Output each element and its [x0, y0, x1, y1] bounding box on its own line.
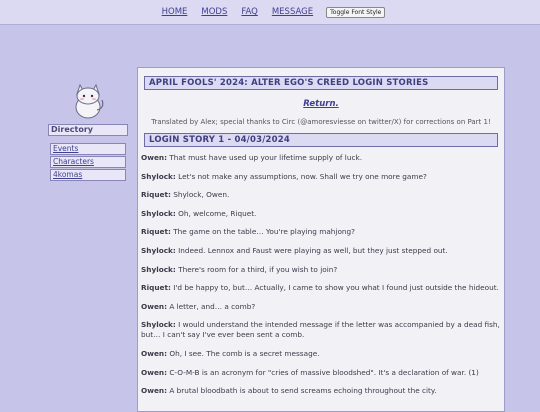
cat-mascot-icon — [75, 83, 104, 119]
dialogue-text: A brutal bloodbath is about to send scre… — [167, 386, 437, 396]
dialogue-line: Shylock: Oh, welcome, Riquet. — [141, 209, 501, 219]
dialogue-line: Owen: A brutal bloodbath is about to sen… — [141, 386, 501, 396]
speaker-name: Shylock: — [141, 320, 176, 330]
dialogue-line: Shylock: I would understand the intended… — [141, 320, 501, 340]
dialogue-text: Let's not make any assumptions, now. Sha… — [175, 171, 427, 181]
section-title: LOGIN STORY 1 - 04/03/2024 — [144, 133, 498, 147]
sidebar-item-4komas[interactable]: 4komas — [50, 169, 126, 181]
speaker-name: Owen: — [141, 367, 168, 377]
dialogue-line: Riquet: The game on the table… You're pl… — [141, 227, 501, 237]
speaker-name: Riquet: — [141, 190, 171, 200]
speaker-name: Shylock: — [141, 171, 176, 181]
dialogue-text: Oh, welcome, Riquet. — [175, 208, 257, 218]
speaker-name: Owen: — [141, 348, 168, 358]
dialogue-text: There's room for a third, if you wish to… — [175, 264, 338, 274]
sidebar-item-events[interactable]: Events — [50, 143, 126, 155]
dialogue-line: Shylock: There's room for a third, if yo… — [141, 265, 501, 275]
dialogue-text: Oh, I see. The comb is a secret message. — [167, 348, 320, 358]
dialogue-line: Owen: A letter, and… a comb? — [141, 302, 501, 312]
credits-text: Translated by Alex; special thanks to Ci… — [151, 118, 491, 126]
toggle-font-style-button[interactable]: Toggle Font Style — [326, 6, 386, 18]
speaker-name: Riquet: — [141, 227, 171, 237]
speaker-name: Shylock: — [141, 245, 176, 255]
dialogue-text: A letter, and… a comb? — [167, 301, 256, 311]
directory-title: Directory — [48, 124, 128, 136]
nav-message-link[interactable]: MESSAGE — [272, 7, 313, 17]
dialogue-line: Riquet: Shylock, Owen. — [141, 190, 501, 200]
speaker-name: Shylock: — [141, 208, 176, 218]
dialogue-list: Owen: That must have used up your lifeti… — [138, 147, 504, 396]
dialogue-line: Shylock: Indeed. Lennox and Faust were p… — [141, 246, 501, 256]
directory-links: Events Characters 4komas — [50, 143, 126, 182]
dialogue-line: Owen: C-O-M-B is an acronym for "cries o… — [141, 368, 501, 378]
dialogue-line: Riquet: I'd be happy to, but… Actually, … — [141, 283, 501, 293]
nav-home-link[interactable]: HOME — [162, 7, 188, 17]
nav-faq-link[interactable]: FAQ — [241, 7, 257, 17]
dialogue-line: Owen: Oh, I see. The comb is a secret me… — [141, 349, 501, 359]
dialogue-text: The game on the table… You're playing ma… — [170, 227, 356, 237]
speaker-name: Owen: — [141, 153, 168, 162]
speaker-name: Owen: — [141, 301, 168, 311]
speaker-name: Owen: — [141, 386, 168, 396]
dialogue-text: Indeed. Lennox and Faust were playing as… — [175, 245, 448, 255]
return-link[interactable]: Return. — [303, 99, 338, 109]
dialogue-text: I would understand the intended message … — [141, 320, 500, 340]
page-title: APRIL FOOLS' 2024: ALTER EGO'S CREED LOG… — [144, 76, 498, 90]
return-row: Return. — [138, 99, 504, 109]
speaker-name: Shylock: — [141, 264, 176, 274]
speaker-name: Riquet: — [141, 283, 171, 293]
dialogue-line: Shylock: Let's not make any assumptions,… — [141, 172, 501, 182]
dialogue-text: C-O-M-B is an acronym for "cries of mass… — [167, 367, 479, 377]
dialogue-text: Shylock, Owen. — [170, 190, 230, 200]
dialogue-line: Owen: That must have used up your lifeti… — [141, 153, 501, 163]
sidebar-item-characters[interactable]: Characters — [50, 156, 126, 168]
nav-mods-link[interactable]: MODS — [201, 7, 227, 17]
main-content: APRIL FOOLS' 2024: ALTER EGO'S CREED LOG… — [137, 67, 505, 412]
dialogue-text: I'd be happy to, but… Actually, I came t… — [170, 283, 499, 293]
dialogue-text: That must have used up your lifetime sup… — [167, 153, 363, 162]
top-navigation: HOME MODS FAQ MESSAGE Toggle Font Style — [0, 0, 540, 25]
